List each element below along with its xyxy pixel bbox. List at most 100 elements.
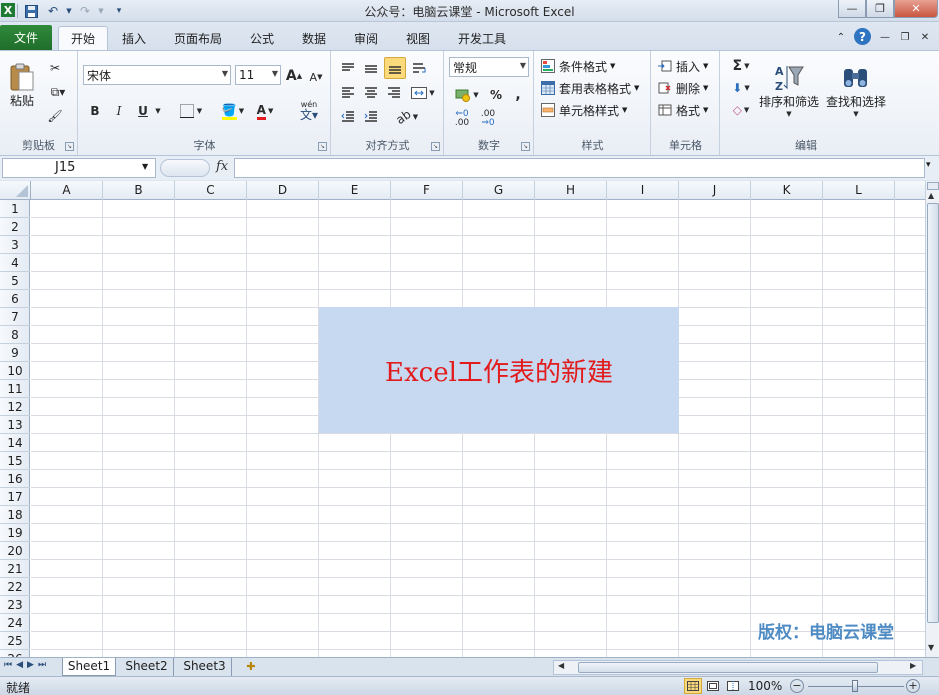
number-format-combo[interactable]: 常规 ▼ [449, 57, 529, 77]
collapse-ribbon-icon[interactable]: ⌃ [834, 30, 848, 44]
cell-styles-button[interactable]: 单元格样式 ▼ [541, 101, 627, 119]
scroll-left-icon[interactable]: ◀ [558, 661, 564, 670]
dialog-launcher-icon[interactable]: ↘ [431, 142, 440, 151]
bold-button[interactable]: B [85, 101, 105, 121]
tab-review[interactable]: 审阅 [342, 26, 390, 50]
percent-style-button[interactable]: % [487, 85, 505, 105]
row-header[interactable]: 5 [0, 272, 30, 290]
vertical-scrollbar[interactable]: ▲ ▼ [925, 181, 939, 657]
row-header[interactable]: 12 [0, 398, 30, 416]
find-select-button[interactable]: 查找和选择 ▼ [823, 55, 889, 125]
row-header[interactable]: 6 [0, 290, 30, 308]
column-header[interactable]: A [31, 181, 103, 200]
row-header[interactable]: 9 [0, 344, 30, 362]
font-name-combo[interactable]: 宋体 ▼ [83, 65, 231, 85]
name-box[interactable]: J15 [2, 158, 156, 178]
chevron-down-icon[interactable]: ▼ [520, 61, 526, 70]
font-color-button[interactable]: A ▼ [251, 101, 279, 121]
zoom-in-icon[interactable]: + [906, 679, 920, 693]
column-header[interactable]: C [175, 181, 247, 200]
minimize-button[interactable]: — [838, 0, 866, 18]
column-header[interactable]: D [247, 181, 319, 200]
tab-formulas[interactable]: 公式 [238, 26, 286, 50]
font-size-combo[interactable]: 11 ▼ [235, 65, 281, 85]
format-painter-icon[interactable]: 🖌 [44, 107, 66, 125]
zoom-level[interactable]: 100% [748, 679, 782, 693]
column-header[interactable]: K [751, 181, 823, 200]
column-header[interactable]: E [319, 181, 391, 200]
fill-color-button[interactable]: 🪣 ▼ [219, 101, 247, 121]
tab-home[interactable]: 开始 [58, 26, 109, 50]
comma-style-button[interactable]: , [509, 85, 527, 105]
sheet-navigation-icons[interactable]: ⏮◀▶⏭ [4, 660, 50, 670]
insert-worksheet-icon[interactable]: ✚ [236, 658, 266, 676]
sort-filter-button[interactable]: AZ 排序和筛选 ▼ [757, 55, 821, 125]
copy-icon[interactable]: ⧉▾ [44, 83, 72, 101]
scroll-right-icon[interactable]: ▶ [910, 661, 916, 670]
sheet-tab-sheet2[interactable]: Sheet2 [120, 658, 174, 676]
row-header[interactable]: 2 [0, 218, 30, 236]
tab-data[interactable]: 数据 [290, 26, 338, 50]
dialog-launcher-icon[interactable]: ↘ [318, 142, 327, 151]
vertical-scroll-thumb[interactable] [927, 203, 939, 623]
column-header[interactable]: J [679, 181, 751, 200]
row-header[interactable]: 21 [0, 560, 30, 578]
column-header[interactable]: L [823, 181, 895, 200]
align-middle-icon[interactable] [361, 59, 381, 79]
column-header[interactable]: H [535, 181, 607, 200]
conditional-format-button[interactable]: 条件格式 ▼ [541, 57, 615, 75]
restore-button[interactable]: ❐ [866, 0, 894, 18]
close-button[interactable]: ✕ [894, 0, 938, 18]
row-header[interactable]: 14 [0, 434, 30, 452]
row-header[interactable]: 3 [0, 236, 30, 254]
insert-function-button[interactable]: fx [216, 159, 228, 174]
row-header[interactable]: 1 [0, 200, 30, 218]
sheet-tab-sheet3[interactable]: Sheet3 [178, 658, 232, 676]
paste-button[interactable]: 粘贴 [6, 55, 38, 115]
autosum-button[interactable]: Σ ▼ [727, 57, 755, 75]
format-as-table-button[interactable]: 套用表格格式 ▼ [541, 79, 639, 97]
row-header[interactable]: 24 [0, 614, 30, 632]
phonetic-guide-button[interactable]: wén 文▾ [293, 99, 325, 123]
doc-restore-icon[interactable]: ❐ [898, 30, 912, 44]
tab-insert[interactable]: 插入 [110, 26, 158, 50]
clear-button[interactable]: ◇ ▼ [727, 101, 755, 119]
select-all-corner[interactable] [0, 181, 31, 200]
tab-view[interactable]: 视图 [394, 26, 442, 50]
expand-formula-bar-icon[interactable]: ▾ [926, 160, 931, 170]
shrink-font-button[interactable]: A ▼ [307, 68, 325, 86]
row-header[interactable]: 22 [0, 578, 30, 596]
chevron-down-icon[interactable]: ▼ [222, 69, 228, 78]
merge-center-button[interactable]: ▼ [408, 83, 438, 103]
column-header[interactable]: B [103, 181, 175, 200]
chevron-down-icon[interactable]: ▼ [272, 69, 278, 78]
page-layout-view-icon[interactable] [704, 678, 722, 694]
dialog-launcher-icon[interactable]: ↘ [521, 142, 530, 151]
sheet-tab-sheet1[interactable]: Sheet1 [62, 658, 116, 676]
row-header[interactable]: 19 [0, 524, 30, 542]
row-header[interactable]: 26 [0, 650, 30, 657]
increase-decimal-button[interactable]: ⇐0.00 [451, 109, 473, 129]
tab-file[interactable]: 文件 [0, 25, 52, 50]
row-header[interactable]: 13 [0, 416, 30, 434]
dialog-launcher-icon[interactable]: ↘ [65, 142, 74, 151]
row-header[interactable]: 20 [0, 542, 30, 560]
format-cells-button[interactable]: 格式 ▼ [658, 101, 708, 119]
scroll-up-icon[interactable]: ▲ [928, 191, 934, 200]
column-header[interactable]: F [391, 181, 463, 200]
row-header[interactable]: 16 [0, 470, 30, 488]
decrease-indent-icon[interactable] [338, 107, 358, 127]
doc-close-icon[interactable]: ✕ [918, 30, 932, 44]
wrap-text-icon[interactable] [410, 59, 430, 79]
insert-cells-button[interactable]: 插入 ▼ [658, 57, 708, 75]
doc-minimize-icon[interactable]: — [878, 30, 892, 44]
align-right-icon[interactable] [384, 83, 404, 103]
help-icon[interactable]: ? [854, 28, 871, 45]
orientation-button[interactable]: ab ▼ [392, 107, 422, 127]
page-break-view-icon[interactable] [724, 678, 742, 694]
merged-title-cell[interactable]: Excel工作表的新建 [319, 307, 679, 433]
zoom-slider-thumb[interactable] [852, 680, 858, 692]
accounting-format-button[interactable]: ▼ [451, 85, 483, 105]
italic-button[interactable]: I [109, 101, 129, 121]
horizontal-scroll-thumb[interactable] [578, 662, 878, 673]
